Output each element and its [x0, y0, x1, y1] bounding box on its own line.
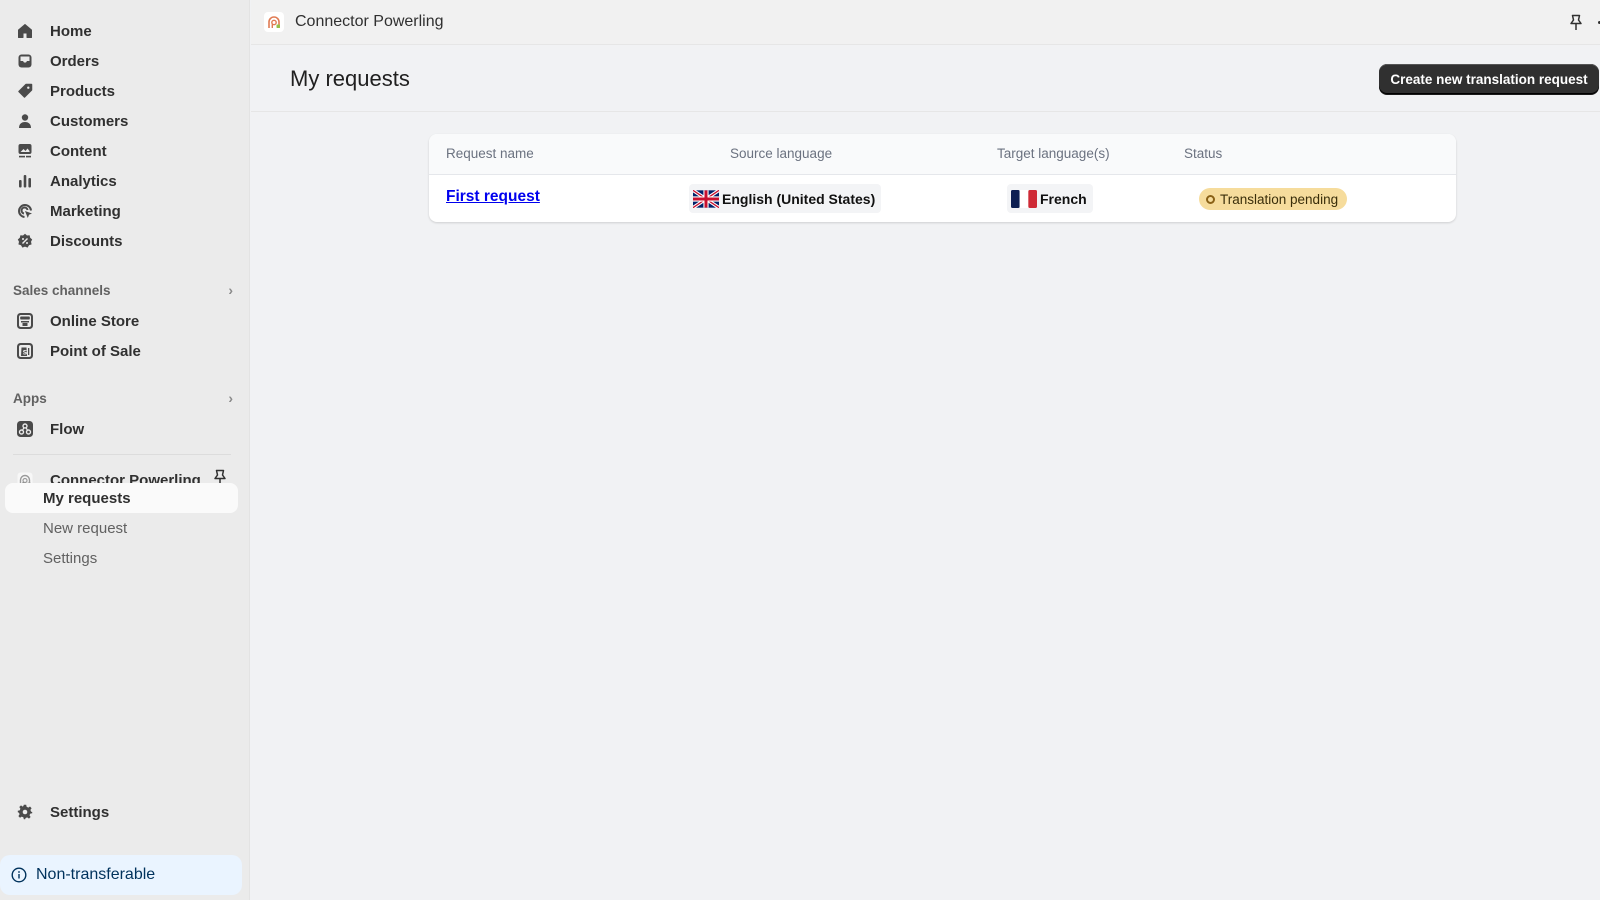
apps-heading[interactable]: Apps ›: [13, 390, 233, 406]
column-header-target-languages[interactable]: Target language(s): [997, 146, 1110, 161]
apps-label: Apps: [13, 390, 47, 406]
home-icon: [15, 21, 35, 41]
bar-chart-icon: [15, 171, 35, 191]
nav-label: Discounts: [50, 232, 123, 250]
nav-item-products[interactable]: Products: [12, 76, 238, 106]
discount-icon: [15, 231, 35, 251]
gear-icon: [15, 802, 35, 822]
app-title: Connector Powerling: [295, 13, 444, 30]
page-header: My requests Create new translation reque…: [251, 46, 1600, 112]
sidebar-divider: [13, 454, 231, 455]
sub-item-label: New request: [43, 519, 128, 537]
svg-text:S: S: [23, 349, 28, 357]
create-translation-request-button[interactable]: Create new translation request: [1379, 64, 1599, 94]
nav-label: Analytics: [50, 172, 117, 190]
tag-icon: [15, 81, 35, 101]
nav-item-customers[interactable]: Customers: [12, 106, 238, 136]
nav-item-discounts[interactable]: Discounts: [12, 226, 238, 256]
sales-channels-label: Sales channels: [13, 282, 111, 298]
nav-label: Customers: [50, 112, 129, 130]
source-language-chip: English (United States): [689, 184, 882, 213]
sub-item-my-requests[interactable]: My requests: [5, 483, 238, 513]
non-transferable-banner[interactable]: Non-transferable: [0, 855, 242, 895]
sidebar: Home Orders Products Customers Content A…: [0, 0, 250, 900]
banner-label: Non-transferable: [36, 866, 156, 883]
chevron-right-icon: ›: [228, 390, 233, 406]
nav-item-point-of-sale[interactable]: S Point of Sale: [12, 336, 238, 366]
sub-item-new-request[interactable]: New request: [5, 513, 238, 543]
flow-icon: [15, 419, 35, 439]
nav-label: Online Store: [50, 312, 140, 330]
france-flag-icon: [1011, 189, 1037, 208]
pin-icon[interactable]: [1569, 14, 1583, 37]
request-name-link[interactable]: First request: [446, 188, 540, 206]
image-icon: [15, 141, 35, 161]
requests-table: Request name Source language Target lang…: [429, 134, 1456, 222]
page-title: My requests: [290, 66, 410, 91]
status-badge: Translation pending: [1199, 188, 1348, 210]
pending-status-icon: [1206, 194, 1215, 204]
chevron-right-icon: ›: [228, 282, 233, 298]
sub-item-settings[interactable]: Settings: [5, 543, 238, 573]
sub-item-label: Settings: [43, 549, 98, 567]
nav-item-content[interactable]: Content: [12, 136, 238, 166]
connector-powerling-logo: [264, 12, 284, 32]
nav-label: Products: [50, 82, 116, 100]
column-header-request-name[interactable]: Request name: [446, 146, 534, 161]
nav-label: Marketing: [50, 202, 121, 220]
nav-label: Orders: [50, 52, 100, 70]
nav-item-online-store[interactable]: Online Store: [12, 306, 238, 336]
table-header: Request name Source language Target lang…: [429, 134, 1456, 175]
nav-item-settings[interactable]: Settings: [12, 797, 238, 827]
nav-item-analytics[interactable]: Analytics: [12, 166, 238, 196]
pos-icon: S: [15, 341, 35, 361]
app-topbar: Connector Powerling: [251, 0, 1600, 45]
info-icon: [11, 867, 27, 883]
store-icon: [15, 311, 35, 331]
target-icon: [15, 201, 35, 221]
nav-label: Point of Sale: [50, 342, 141, 360]
target-language-label: French: [1040, 190, 1087, 207]
nav-item-home[interactable]: Home: [12, 16, 238, 46]
nav-label: Settings: [50, 803, 110, 821]
status-label: Translation pending: [1220, 191, 1339, 207]
uk-flag-icon: [693, 189, 719, 208]
column-header-status[interactable]: Status: [1184, 146, 1222, 161]
source-language-label: English (United States): [722, 190, 876, 207]
nav-label: Home: [50, 22, 92, 40]
column-header-source-language[interactable]: Source language: [730, 146, 832, 161]
target-language-chip: French: [1007, 184, 1093, 213]
sub-item-label: My requests: [43, 489, 131, 507]
table-row[interactable]: First request English (United States) Fr…: [429, 175, 1456, 222]
nav-item-orders[interactable]: Orders: [12, 46, 238, 76]
nav-item-marketing[interactable]: Marketing: [12, 196, 238, 226]
sales-channels-heading[interactable]: Sales channels ›: [13, 282, 233, 298]
inbox-icon: [15, 51, 35, 71]
nav-label: Content: [50, 142, 107, 160]
nav-label: Flow: [50, 420, 85, 438]
nav-item-flow[interactable]: Flow: [12, 414, 238, 444]
person-icon: [15, 111, 35, 131]
